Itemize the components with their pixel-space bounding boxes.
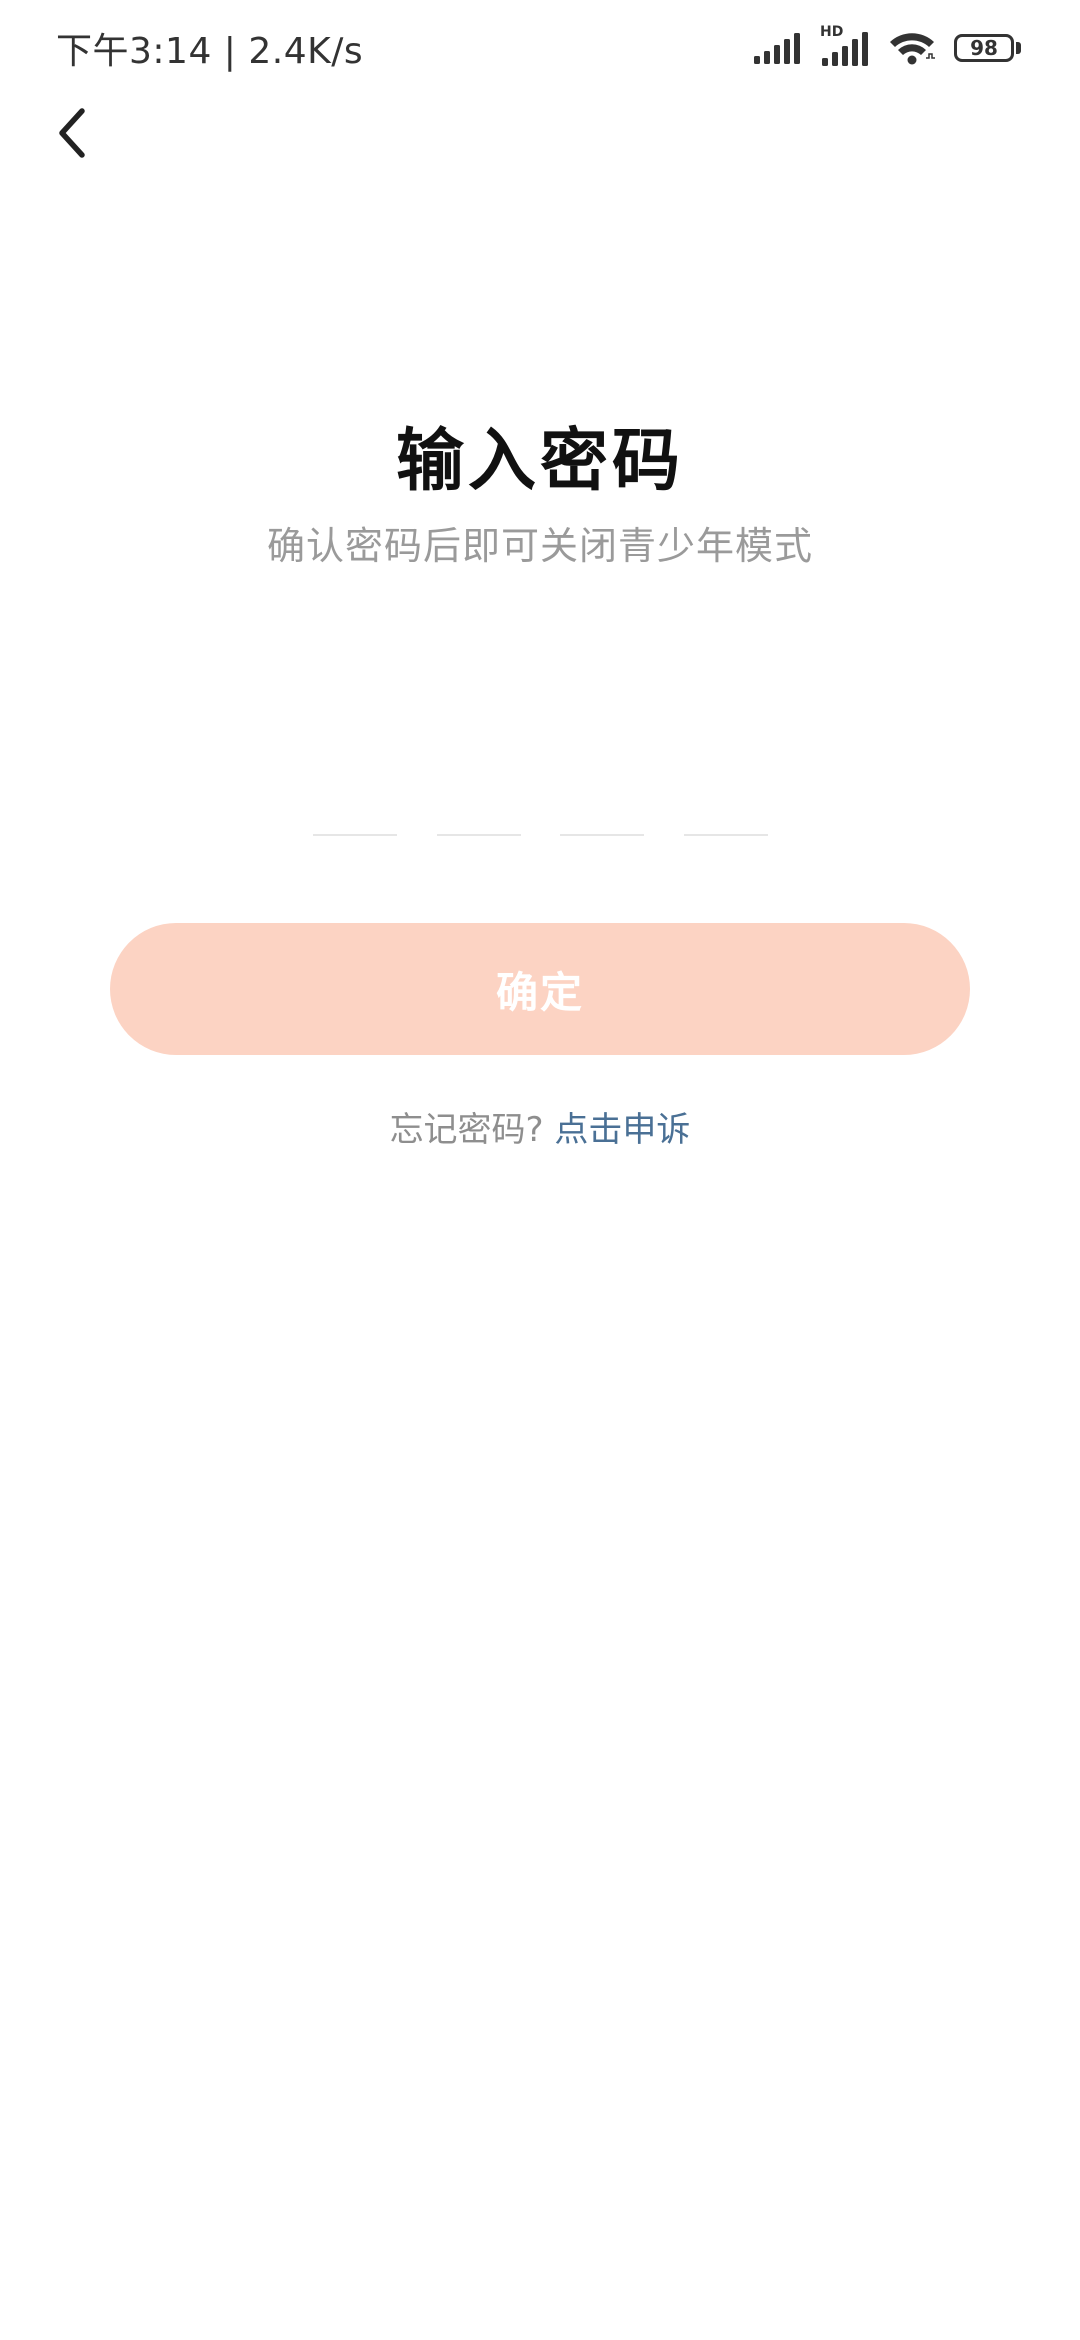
pin-slot[interactable] — [436, 770, 521, 836]
status-time-speed: 下午3:14 | 2.4K/s — [56, 31, 364, 72]
page-title: 输入密码 — [395, 422, 684, 501]
status-bar: 下午3:14 | 2.4K/s HD 98 — [0, 0, 1080, 100]
pin-slot[interactable] — [683, 770, 768, 836]
battery-level: 98 — [954, 34, 1014, 62]
battery-icon: 98 — [954, 32, 1024, 64]
forgot-password-text: 忘记密码? — [389, 1110, 544, 1150]
forgot-password-row: 忘记密码? 点击申诉 — [0, 1102, 1080, 1151]
confirm-button[interactable]: 确定 — [110, 923, 970, 1055]
status-icons: HD 98 — [754, 24, 1024, 70]
page-subtitle: 确认密码后即可关闭青少年模式 — [266, 524, 813, 568]
password-input[interactable] — [313, 770, 768, 836]
pin-slot[interactable] — [313, 770, 397, 836]
wifi-icon — [888, 30, 936, 66]
appeal-link[interactable]: 点击申诉 — [554, 1110, 690, 1150]
signal-icon — [754, 32, 802, 64]
pin-slot[interactable] — [560, 770, 645, 836]
chevron-left-icon — [52, 105, 92, 165]
battery-tip — [1016, 42, 1021, 54]
hd-signal-icon: HD — [820, 24, 870, 66]
back-button[interactable] — [40, 95, 104, 175]
